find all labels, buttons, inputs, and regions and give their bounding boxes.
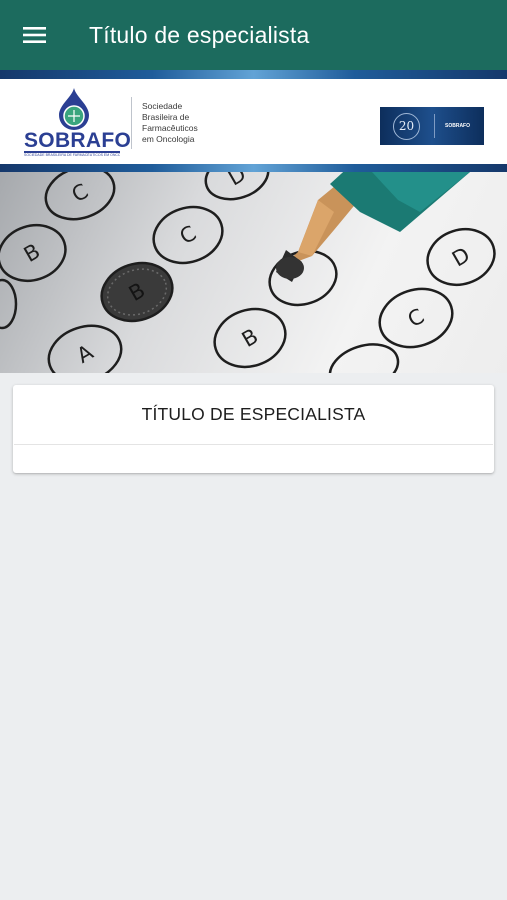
bubble-letter: D [448, 243, 474, 272]
hamburger-menu-icon [23, 27, 46, 43]
tagline-line: Brasileira de [142, 112, 190, 122]
badge-number: 20 [393, 112, 420, 140]
header-banner: SOBRAFO SOCIEDADE BRASILEIRA DE FARMACÊU… [0, 79, 507, 164]
logo-subtitle: SOCIEDADE BRASILEIRA DE FARMACÊUTICOS EM… [24, 153, 120, 157]
logo-tagline: Sociedade Brasileira de Farmacêuticos em… [142, 101, 198, 145]
sobrafo-drop-logo-icon [59, 88, 89, 130]
anniversary-badge: 20 SOBRAFO [380, 107, 484, 145]
bubble-letter: C [176, 221, 201, 249]
tagline-line: em Oncologia [142, 134, 195, 144]
badge-brand: SOBRAFO [445, 123, 470, 129]
bubble-letter: B [238, 324, 262, 352]
page-title: Título de especialista [89, 21, 310, 48]
menu-button[interactable] [0, 0, 70, 70]
banner-top-stripe [0, 70, 507, 79]
card-title: TÍTULO DE ESPECIALISTA [141, 404, 366, 424]
tagline-line: Sociedade [142, 101, 183, 111]
answer-bubble [0, 278, 18, 330]
logo-divider [131, 97, 132, 149]
banner-bottom-stripe [0, 164, 507, 172]
specialist-title-card[interactable]: TÍTULO DE ESPECIALISTA [13, 385, 494, 473]
logo-wordmark: SOBRAFO [24, 129, 132, 152]
hero-image: C D B C A B B C D [0, 172, 507, 373]
app-bar: Título de especialista [0, 0, 507, 70]
pencil-icon [276, 172, 470, 282]
bubble-letter: D [224, 172, 250, 190]
card-content [13, 445, 494, 472]
tagline-line: Farmacêuticos [142, 123, 198, 133]
bubble-letter: C [404, 304, 429, 332]
badge-divider [434, 114, 435, 138]
bubble-letter: A [73, 340, 98, 368]
answer-sheet-illustration: C D B C A B B C D [0, 172, 496, 373]
bubble-letter: B [20, 239, 44, 267]
bubble-letter: C [68, 179, 93, 207]
